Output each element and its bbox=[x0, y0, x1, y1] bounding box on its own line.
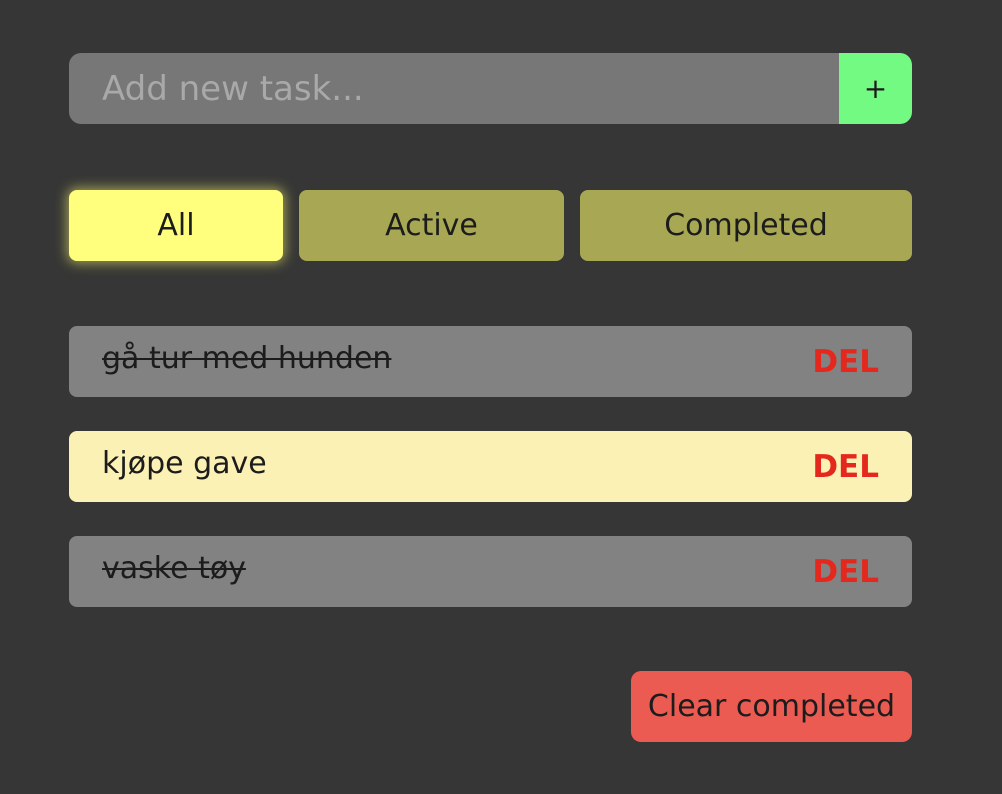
new-task-input[interactable] bbox=[69, 53, 839, 124]
clear-completed-button[interactable]: Clear completed bbox=[631, 671, 912, 742]
add-task-button[interactable]: + bbox=[839, 53, 912, 124]
todo-list: gå tur med hunden DEL kjøpe gave DEL vas… bbox=[69, 326, 912, 641]
todo-item[interactable]: gå tur med hunden DEL bbox=[69, 326, 912, 397]
todo-item[interactable]: vaske tøy DEL bbox=[69, 536, 912, 607]
filter-completed-button[interactable]: Completed bbox=[580, 190, 912, 261]
todo-item-text[interactable]: kjøpe gave bbox=[102, 446, 267, 481]
delete-task-button[interactable]: DEL bbox=[812, 449, 879, 485]
todo-app: + All Active Completed gå tur med hunden… bbox=[69, 53, 912, 742]
todo-item-text[interactable]: vaske tøy bbox=[102, 551, 246, 586]
todo-item-text[interactable]: gå tur med hunden bbox=[102, 341, 391, 376]
todo-item[interactable]: kjøpe gave DEL bbox=[69, 431, 912, 502]
delete-task-button[interactable]: DEL bbox=[812, 344, 879, 380]
add-task-row: + bbox=[69, 53, 912, 124]
filter-active-button[interactable]: Active bbox=[299, 190, 564, 261]
delete-task-button[interactable]: DEL bbox=[812, 554, 879, 590]
filter-all-button[interactable]: All bbox=[69, 190, 283, 261]
filter-bar: All Active Completed bbox=[69, 190, 912, 261]
